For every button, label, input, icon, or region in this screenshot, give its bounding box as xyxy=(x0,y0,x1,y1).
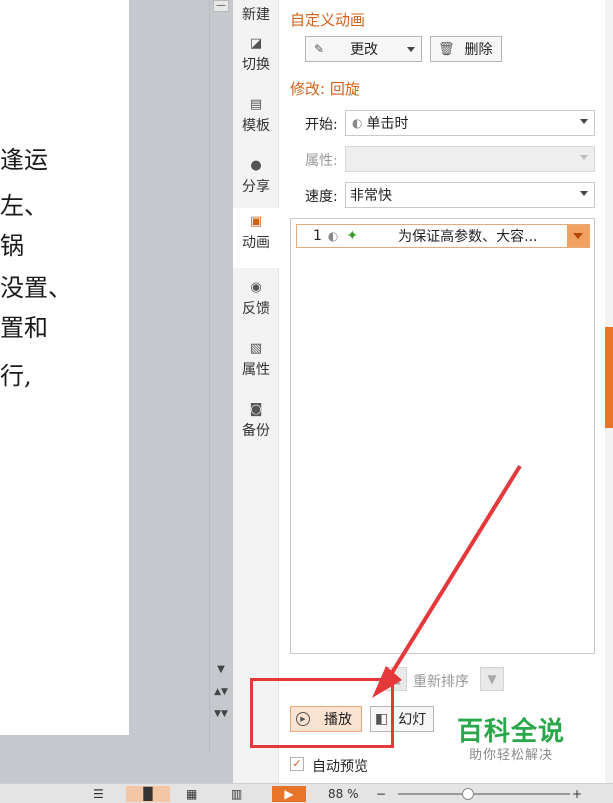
property-label: 属性: xyxy=(305,153,338,169)
slideshow-label: 幻灯 xyxy=(398,712,427,728)
share-icon: ● xyxy=(250,158,262,173)
mouse-click-icon: ◐ xyxy=(327,229,339,243)
reading-view-icon[interactable]: ▥ xyxy=(231,786,242,802)
tab-template[interactable]: ▤ 模板 xyxy=(233,91,279,149)
animation-list-item[interactable]: 1 ◐ ✦ 为保证高参数、大容... xyxy=(296,224,590,248)
scroll-down-arrow-icon[interactable]: ▼ xyxy=(213,662,229,678)
tab-label: 分享 xyxy=(242,179,270,195)
vertical-scrollbar[interactable]: — ▼ ▲▼ ▼▼ xyxy=(209,0,233,752)
slide-text-line: 逢运 xyxy=(0,146,48,174)
zoom-in-icon[interactable]: + xyxy=(572,786,582,802)
speed-select[interactable]: 非常快 xyxy=(345,182,595,208)
modify-title: 修改: 回旋 xyxy=(290,80,360,98)
annotation-highlight-box xyxy=(250,678,394,748)
animation-icon: ▣ xyxy=(249,214,263,229)
watermark-title: 百科全说 xyxy=(456,717,565,747)
backup-icon: ◙ xyxy=(249,402,263,417)
slide-text-line: 左、 xyxy=(0,192,48,220)
item-dropdown-icon[interactable] xyxy=(567,225,589,247)
panel-collapse-handle[interactable] xyxy=(605,327,613,428)
zoom-out-icon[interactable]: − xyxy=(376,786,386,802)
tab-label: 模板 xyxy=(242,118,270,134)
slide-text-line: 没置、 xyxy=(0,274,72,302)
tab-transition[interactable]: ◪ 切换 xyxy=(233,30,279,88)
item-index: 1 xyxy=(313,228,322,244)
tab-animation[interactable]: ▣ 动画 xyxy=(233,208,279,268)
task-pane-tabs: 新建 ◪ 切换 ▤ 模板 ● 分享 ▣ 动画 ◉ 反馈 ▧ 属性 ◙ 备份 xyxy=(233,0,279,783)
slide-text-line: 锅 xyxy=(0,232,24,260)
chevron-down-icon xyxy=(580,155,588,160)
prev-page-icon[interactable]: ▲▼ xyxy=(213,684,229,700)
tab-backup[interactable]: ◙ 备份 xyxy=(233,396,279,454)
reorder-label: 重新排序 xyxy=(413,674,469,690)
move-down-icon[interactable]: ▼ xyxy=(480,667,504,691)
slide-sorter-icon[interactable]: ▦ xyxy=(186,786,197,802)
animation-list[interactable]: 1 ◐ ✦ 为保证高参数、大容... xyxy=(290,218,595,654)
zoom-level: 88 % xyxy=(328,787,359,801)
speed-value: 非常快 xyxy=(350,188,392,204)
feedback-icon: ◉ xyxy=(250,280,262,295)
watermark-logo: 百科全说 助你轻松解决 xyxy=(452,716,570,772)
tab-properties[interactable]: ▧ 属性 xyxy=(233,335,279,393)
normal-view-icon[interactable]: ▐▌ xyxy=(126,786,170,802)
slideshow-play-icon[interactable]: ▶ xyxy=(272,786,306,802)
chevron-down-icon xyxy=(580,119,588,124)
autopreview-label: 自动预览 xyxy=(312,759,368,775)
tab-label: 反馈 xyxy=(242,301,270,317)
zoom-slider[interactable] xyxy=(398,793,570,795)
item-text: 为保证高参数、大容... xyxy=(398,229,538,245)
notes-icon[interactable]: ☰ xyxy=(93,786,104,802)
custom-animation-panel: 自定义动画 ✎ 更改 🗑 删除 修改: 回旋 开始: ◐ 单击时 属性: 速度:… xyxy=(279,0,605,783)
property-select xyxy=(345,146,595,172)
scroll-thumb[interactable]: — xyxy=(213,0,229,12)
template-icon: ▤ xyxy=(249,97,263,112)
tab-label: 属性 xyxy=(242,362,270,378)
panel-title: 自定义动画 xyxy=(290,11,366,29)
pencil-icon: ✎ xyxy=(314,42,325,56)
tab-share[interactable]: ● 分享 xyxy=(233,152,279,210)
tab-label: 切换 xyxy=(242,57,270,73)
start-label: 开始: xyxy=(305,117,338,133)
change-effect-button[interactable]: ✎ 更改 xyxy=(305,36,422,62)
transition-icon: ◪ xyxy=(249,36,263,51)
slide-text-line: 行, xyxy=(0,362,32,390)
new-icon xyxy=(248,0,264,2)
change-label: 更改 xyxy=(350,42,379,58)
watermark-subtitle: 助你轻松解决 xyxy=(468,748,553,763)
zoom-slider-thumb[interactable] xyxy=(462,788,474,800)
status-bar: ☰ ▐▌ ▦ ▥ ▶ 88 % − + xyxy=(0,783,613,803)
autopreview-checkbox[interactable]: ✓ xyxy=(290,757,304,771)
slide-text-line: 置和 xyxy=(0,314,48,342)
effect-star-icon: ✦ xyxy=(346,228,359,244)
chevron-down-icon xyxy=(407,47,415,52)
trash-icon: 🗑 xyxy=(438,41,455,57)
tab-label: 新建 xyxy=(242,7,270,23)
delete-label: 删除 xyxy=(464,42,493,58)
next-page-icon[interactable]: ▼▼ xyxy=(213,706,229,722)
tab-label: 动画 xyxy=(242,235,270,251)
speed-label: 速度: xyxy=(305,189,338,205)
slide-canvas-area: 逢运 左、 锅 没置、 置和 行, xyxy=(0,0,209,783)
start-select[interactable]: ◐ 单击时 xyxy=(345,110,595,136)
tab-feedback[interactable]: ◉ 反馈 xyxy=(233,274,279,332)
start-value: 单击时 xyxy=(366,116,409,132)
mouse-click-icon: ◐ xyxy=(352,116,363,130)
tab-label: 备份 xyxy=(242,423,270,439)
delete-effect-button[interactable]: 🗑 删除 xyxy=(430,36,502,62)
slide-page[interactable]: 逢运 左、 锅 没置、 置和 行, xyxy=(0,0,129,735)
properties-icon: ▧ xyxy=(249,341,263,356)
chevron-down-icon xyxy=(580,191,588,196)
